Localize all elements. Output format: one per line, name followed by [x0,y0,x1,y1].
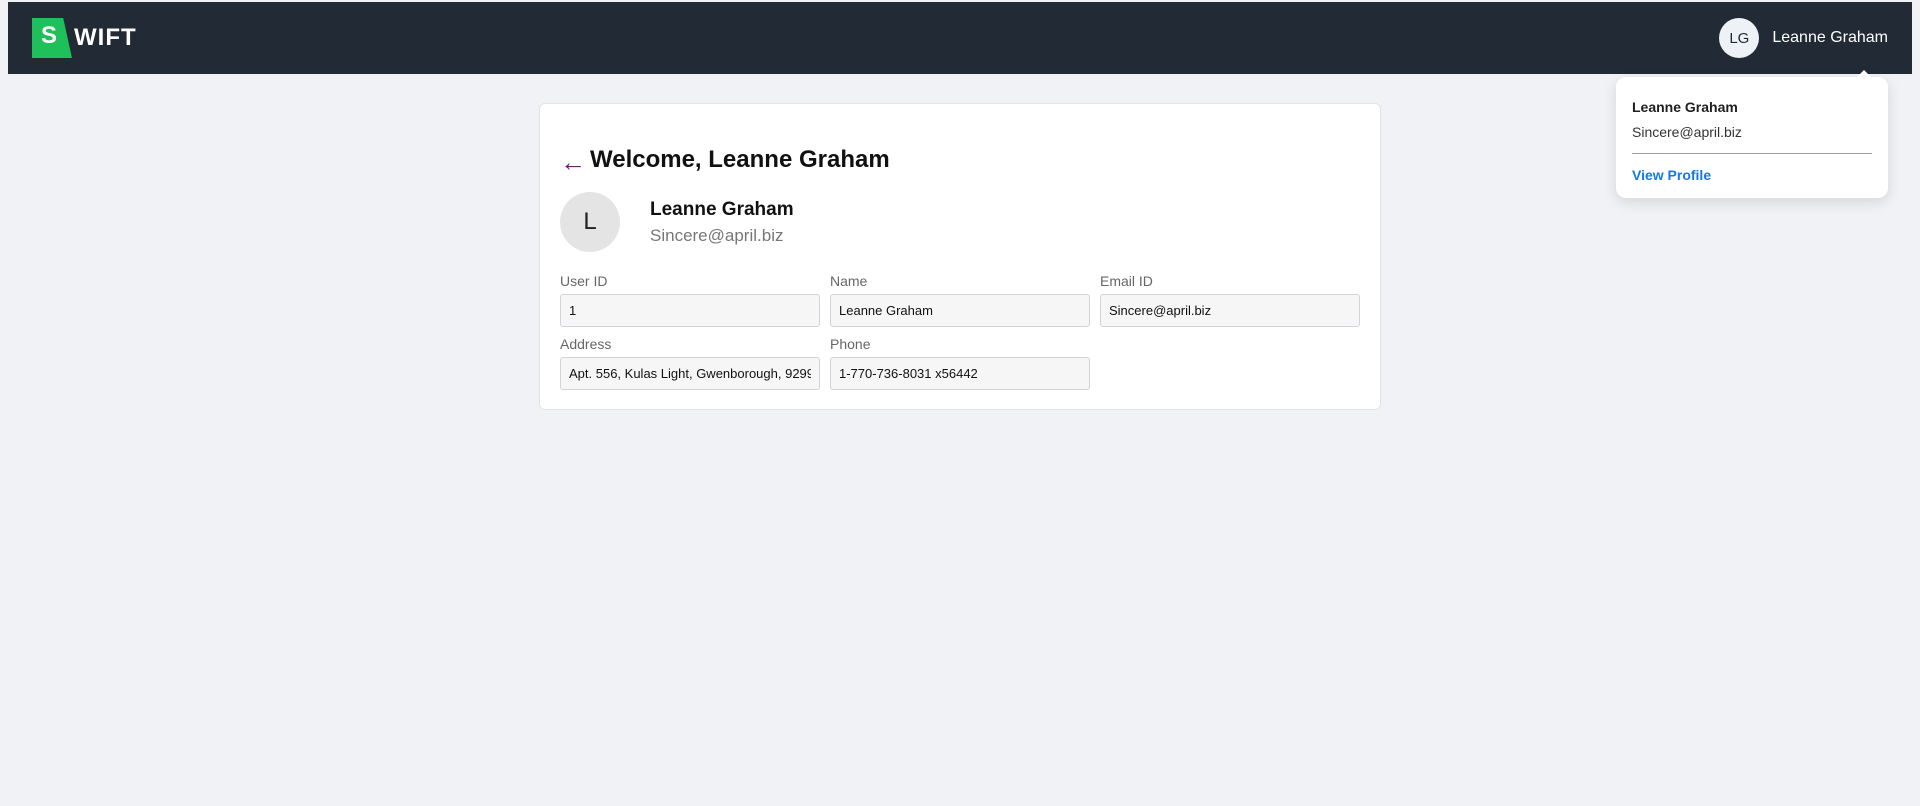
profile-email: Sincere@april.biz [650,225,784,245]
view-profile-link[interactable]: View Profile [1632,167,1711,183]
email-label: Email ID [1100,273,1153,289]
email-input[interactable] [1100,294,1360,327]
user-menu-button[interactable]: LG Leanne Graham [1719,18,1888,58]
user-id-label: User ID [560,273,608,289]
logo-badge: S [32,18,72,58]
header-user-name: Leanne Graham [1772,29,1888,46]
name-input[interactable] [830,294,1090,327]
logo-text: WIFT [74,24,137,51]
app-logo[interactable]: S WIFT [32,18,137,58]
dropdown-divider [1632,153,1872,154]
page-title: Welcome, Leanne Graham [590,146,890,173]
phone-field-group: Phone [830,336,1090,390]
user-id-field-group: User ID [560,273,820,327]
user-dropdown-menu: Leanne Graham Sincere@april.biz View Pro… [1616,70,1888,198]
top-navbar: S WIFT LG Leanne Graham [8,2,1912,74]
dropdown-user-name: Leanne Graham [1632,99,1738,115]
phone-label: Phone [830,336,871,352]
profile-name: Leanne Graham [650,198,794,220]
name-label: Name [830,273,868,289]
profile-summary: L Leanne Graham Sincere@april.biz [560,192,794,252]
email-field-group: Email ID [1100,273,1360,327]
user-initials-avatar: LG [1719,18,1760,58]
address-input[interactable] [560,357,820,390]
user-id-input[interactable] [560,294,820,327]
phone-input[interactable] [830,357,1090,390]
back-arrow-icon[interactable]: ← [560,149,586,175]
welcome-header: ← Welcome, Leanne Graham [560,144,890,176]
name-field-group: Name [830,273,1090,327]
profile-info: Leanne Graham Sincere@april.biz [650,199,794,246]
address-label: Address [560,336,612,352]
profile-card: ← Welcome, Leanne Graham L Leanne Graham… [539,103,1381,410]
dropdown-user-email: Sincere@april.biz [1632,124,1742,140]
address-field-group: Address [560,336,820,390]
avatar: L [560,192,620,252]
